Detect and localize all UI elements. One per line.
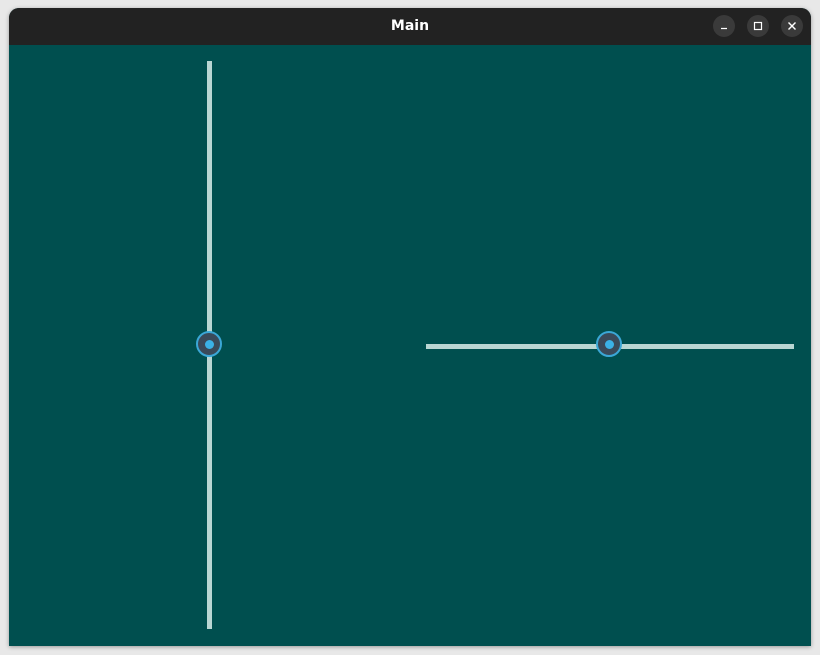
window-title: Main — [390, 18, 430, 34]
vertical-slider-handle[interactable] — [196, 331, 222, 357]
main-window: Main — [9, 8, 811, 646]
maximize-button[interactable] — [747, 15, 769, 37]
close-icon — [787, 21, 797, 31]
minimize-button[interactable] — [713, 15, 735, 37]
maximize-icon — [753, 21, 763, 31]
horizontal-slider-handle-dot — [604, 339, 614, 349]
title-bar[interactable]: Main — [9, 8, 811, 46]
content-area — [9, 45, 811, 646]
close-button[interactable] — [781, 15, 803, 37]
vertical-slider-handle-dot — [204, 339, 214, 349]
horizontal-slider-handle[interactable] — [596, 331, 622, 357]
minimize-icon — [719, 21, 729, 31]
